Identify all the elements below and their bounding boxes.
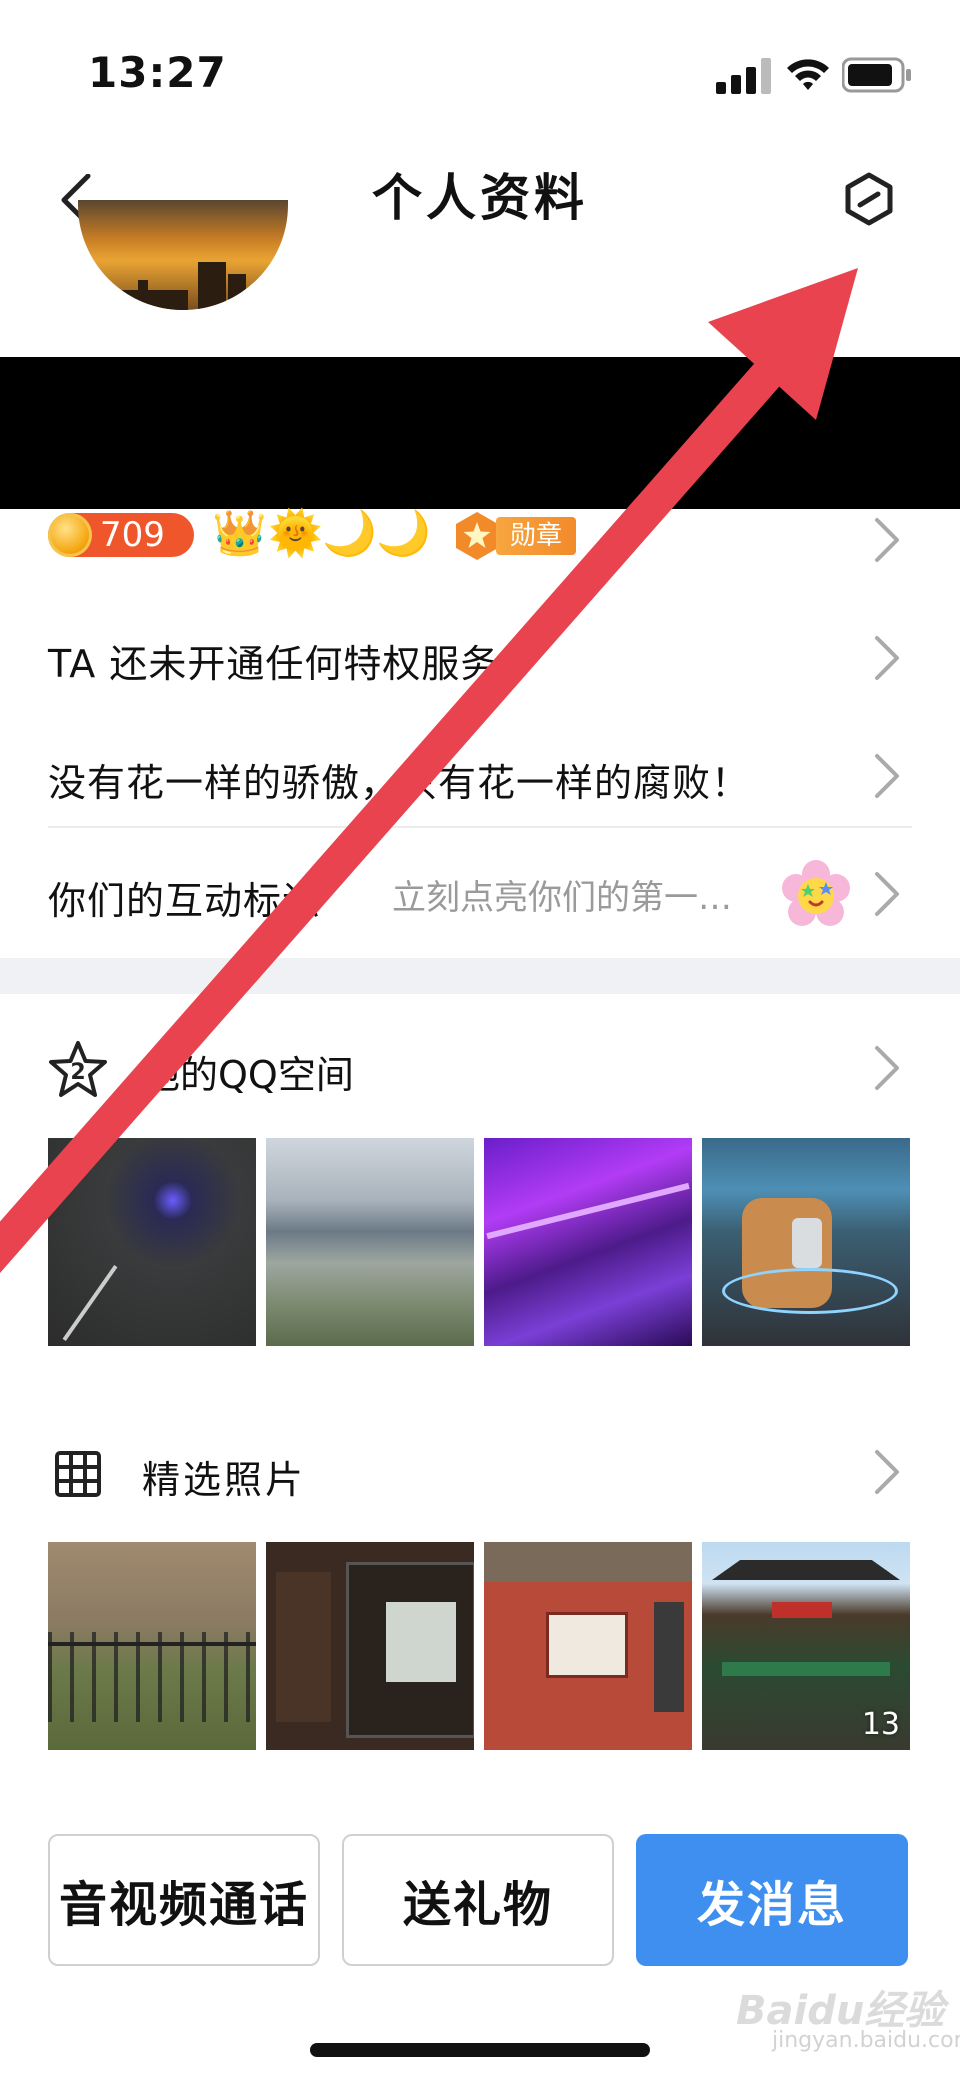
hexagon-slash-icon <box>845 172 893 226</box>
battery-icon <box>841 57 912 97</box>
avatar[interactable] <box>78 200 288 310</box>
signal-icon <box>716 58 772 98</box>
flower-icon <box>782 860 850 926</box>
qzone-photo[interactable] <box>702 1138 910 1346</box>
qzone-photo[interactable] <box>484 1138 692 1346</box>
medal-label: 勋章 <box>496 517 577 555</box>
chevron-right-icon <box>875 872 899 916</box>
sun-icon: 🌞 <box>268 508 323 559</box>
coin-badge: 709 <box>48 513 194 557</box>
redaction-bar <box>0 357 960 509</box>
featured-photo[interactable] <box>484 1542 692 1750</box>
video-call-button[interactable]: 音视频通话 <box>48 1834 320 1966</box>
grid-icon <box>55 1451 101 1497</box>
status-time: 13:27 <box>88 48 227 97</box>
chevron-right-icon <box>875 1046 899 1090</box>
chevron-right-icon <box>875 1450 899 1494</box>
interaction-hint: 立刻点亮你们的第一… <box>392 878 732 918</box>
home-indicator <box>310 2043 650 2057</box>
qzone-photo[interactable] <box>266 1138 474 1346</box>
send-message-button[interactable]: 发消息 <box>636 1834 908 1966</box>
chevron-right-icon <box>875 518 899 562</box>
wifi-icon <box>785 56 831 96</box>
chevron-right-icon <box>875 754 899 798</box>
chevron-right-icon <box>875 636 899 680</box>
medal-badge: 勋章 <box>452 510 577 562</box>
send-gift-button[interactable]: 送礼物 <box>342 1834 614 1966</box>
star-level-icon: 2 <box>49 1041 107 1097</box>
section-gap <box>0 958 960 994</box>
interaction-label[interactable]: 你们的互动标识 <box>48 870 321 925</box>
star-level: 2 <box>70 1060 85 1085</box>
moon-icon: 🌙 <box>376 508 431 559</box>
qzone-title: 他的QQ空间 <box>142 1053 354 1097</box>
watermark-url: jingyan.baidu.com <box>772 2028 960 2053</box>
medal-star-icon <box>456 512 498 560</box>
photo-count: 13 <box>861 1707 900 1742</box>
photos-title: 精选照片 <box>142 1458 307 1502</box>
featured-photo[interactable]: 13 <box>702 1542 910 1750</box>
featured-photo[interactable] <box>266 1542 474 1750</box>
coin-count: 709 <box>100 515 165 555</box>
coin-icon <box>48 513 92 557</box>
crown-icon: 👑 <box>212 508 267 559</box>
moon-icon: 🌙 <box>322 508 377 559</box>
settings-button[interactable] <box>838 168 900 230</box>
signature-row[interactable]: 没有花一样的骄傲，只有花一样的腐败！ <box>48 752 750 807</box>
privilege-row[interactable]: TA 还未开通任何特权服务 <box>48 633 499 688</box>
featured-photo[interactable] <box>48 1542 256 1750</box>
qzone-photo[interactable] <box>48 1138 256 1346</box>
divider <box>48 826 912 828</box>
